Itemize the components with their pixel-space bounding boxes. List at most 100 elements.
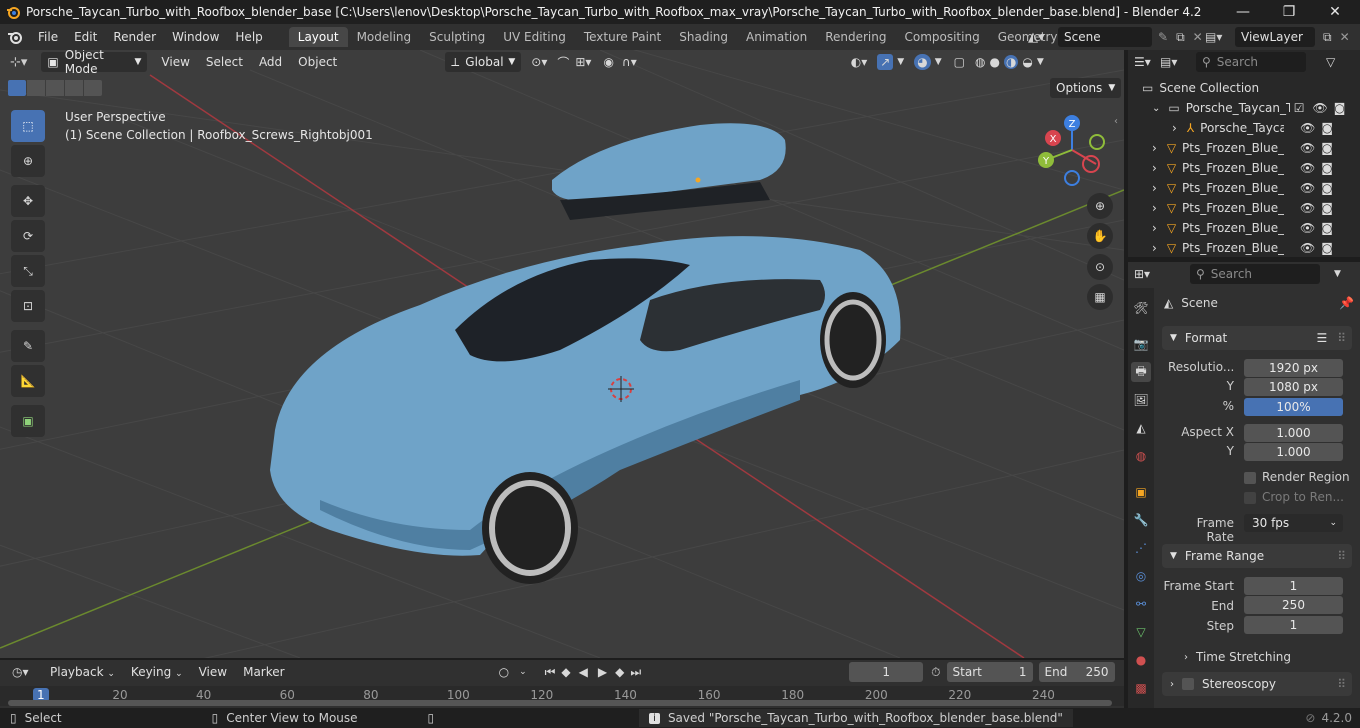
eye-icon[interactable]: 👁 [1313, 101, 1328, 115]
collection-row[interactable]: ⌄ ▭ Porsche_Taycan_Tu ☑ 👁 ◙ [1128, 98, 1360, 118]
expand-right-icon[interactable]: › [1152, 181, 1157, 195]
eye-icon[interactable]: 👁 [1300, 201, 1315, 215]
tab-texture[interactable]: ▩ [1131, 678, 1151, 698]
eye-icon[interactable]: 👁 [1300, 121, 1315, 135]
crop-checkbox[interactable] [1244, 492, 1256, 504]
select-new-icon[interactable] [8, 80, 26, 96]
timeline-ruler[interactable]: 1 20 40 60 80 100 120 140 160 180 200 220 240 [0, 686, 1124, 706]
close-button[interactable]: ✕ [1312, 0, 1358, 24]
menu-keying[interactable]: Keying ⌄ [123, 665, 191, 679]
outliner-object-row[interactable]: › ▽ Pts_Frozen_Blue_B 👁 ◙ [1128, 138, 1360, 158]
menu-view[interactable]: View [153, 55, 197, 69]
frame-range-panel-header[interactable]: ▼ Frame Range ⠿ [1162, 544, 1352, 568]
tab-tool[interactable]: 🛠 [1131, 298, 1151, 318]
outliner-object-row[interactable]: › ▽ Pts_Frozen_Blue_D 👁 ◙ [1128, 198, 1360, 218]
maximize-button[interactable]: ❐ [1266, 0, 1312, 24]
blender-menu-icon[interactable] [0, 28, 30, 46]
properties-editor-icon[interactable]: ⊞▾ [1134, 267, 1168, 281]
solid-shading-icon[interactable]: ● [989, 55, 999, 69]
camera-render-icon[interactable]: ◙ [1321, 241, 1333, 255]
overlay-toggle-icon[interactable]: ◕ [914, 54, 931, 70]
camera-render-icon[interactable]: ◙ [1321, 201, 1333, 215]
tab-texture-paint[interactable]: Texture Paint [575, 27, 670, 47]
stereoscopy-panel-header[interactable]: › Stereoscopy ⠿ [1162, 672, 1352, 696]
jump-start-icon[interactable]: ⏮ [545, 665, 556, 680]
outliner-editor-icon[interactable]: ☰▾ [1134, 55, 1160, 69]
camera-render-icon[interactable]: ◙ [1321, 161, 1333, 175]
pin-icon[interactable]: ✎ [1158, 30, 1168, 44]
timeline-scrollbar[interactable] [8, 700, 1112, 706]
pan-button[interactable]: ✋ [1087, 223, 1113, 249]
prev-keyframe-icon[interactable]: ◆ [561, 665, 570, 679]
editor-type-icon[interactable]: ⊹▾ [10, 55, 27, 70]
presets-icon[interactable]: ☰ [1316, 331, 1327, 345]
tab-material[interactable]: ● [1131, 650, 1151, 670]
car-model[interactable] [270, 123, 901, 584]
eye-icon[interactable]: 👁 [1300, 181, 1315, 195]
eye-icon[interactable]: 👁 [1300, 241, 1315, 255]
expand-right-icon[interactable]: › [1152, 241, 1157, 255]
timeline-editor-icon[interactable]: ◷▾ [12, 665, 42, 679]
options-dropdown[interactable]: Options ▼ [1050, 78, 1122, 98]
gizmo-toggle-icon[interactable]: ↗ [877, 54, 894, 70]
menu-select[interactable]: Select [198, 55, 251, 69]
scene-collection-row[interactable]: ▭ Scene Collection [1128, 78, 1360, 98]
menu-file[interactable]: File [30, 30, 66, 44]
3d-viewport[interactable]: ⊹▾ ▣ Object Mode ▼ View Select Add Objec… [0, 50, 1124, 658]
falloff-icon[interactable]: ∩▾ [622, 55, 637, 69]
transform-tool[interactable]: ⊡ [11, 290, 45, 322]
drag-handle-icon[interactable]: ⠿ [1337, 331, 1346, 345]
gizmo-neg-x-icon[interactable] [1082, 155, 1100, 173]
view-layer-name-field[interactable]: ViewLayer [1235, 27, 1315, 47]
tab-modifiers[interactable]: 🔧 [1131, 510, 1151, 530]
scene-name-field[interactable]: Scene [1058, 27, 1152, 47]
jump-end-icon[interactable]: ⏭ [630, 665, 641, 680]
add-cube-tool[interactable]: ▣ [11, 405, 45, 437]
tab-constraints[interactable]: ⚯ [1131, 594, 1151, 614]
new-scene-icon[interactable]: ⧉ [1176, 30, 1185, 45]
gizmo-neg-z-icon[interactable] [1064, 170, 1080, 186]
rendered-shading-icon[interactable]: ◒ [1022, 55, 1032, 69]
tab-data[interactable]: ▽ [1131, 622, 1151, 642]
end-frame-field[interactable]: End 250 [1038, 662, 1115, 682]
select-invert-icon[interactable] [65, 80, 83, 96]
snap-icon[interactable]: ⌒ [557, 54, 569, 71]
view-layer-selector[interactable]: ▤▾ ViewLayer ⧉ ✕ [1205, 27, 1350, 47]
time-stretching-subpanel[interactable]: › Time Stretching [1184, 650, 1291, 664]
aspect-y-field[interactable]: 1.000 [1244, 443, 1343, 461]
tab-scene[interactable]: ◭ [1131, 418, 1151, 438]
drag-handle-icon[interactable]: ⠿ [1337, 549, 1346, 563]
autokey-icon[interactable]: ○ [499, 665, 509, 679]
chevron-down-icon[interactable]: ▼ [1334, 269, 1341, 279]
wireframe-shading-icon[interactable]: ◍ [975, 55, 985, 69]
tab-animation[interactable]: Animation [737, 27, 816, 47]
snap-target-icon[interactable]: ⊞▾ [575, 55, 591, 69]
camera-render-icon[interactable]: ◙ [1321, 141, 1333, 155]
select-box-tool[interactable]: ⬚ [11, 110, 45, 142]
frame-start-field[interactable]: 1 [1244, 577, 1343, 595]
gizmo-neg-y-icon[interactable] [1089, 134, 1105, 150]
tab-uv-editing[interactable]: UV Editing [494, 27, 575, 47]
proportional-edit-icon[interactable]: ◉ [603, 55, 613, 69]
expand-right-icon[interactable]: › [1152, 141, 1157, 155]
frame-rate-dropdown[interactable]: 30 fps ⌄ [1244, 514, 1343, 532]
new-view-layer-icon[interactable]: ⧉ [1323, 30, 1332, 45]
cursor-tool[interactable]: ⊕ [11, 145, 45, 177]
tab-layout[interactable]: Layout [288, 27, 348, 47]
shading-dropdown-icon[interactable]: ▼ [1037, 57, 1044, 67]
outliner-object-row[interactable]: › ▽ Pts_Frozen_Blue_B 👁 ◙ [1128, 178, 1360, 198]
filter-icon[interactable]: ▽ [1326, 55, 1335, 69]
menu-help[interactable]: Help [227, 30, 270, 44]
tab-physics[interactable]: ◎ [1131, 566, 1151, 586]
current-frame-field[interactable]: 1 [849, 662, 924, 682]
select-subtract-icon[interactable] [46, 80, 64, 96]
tab-shading[interactable]: Shading [670, 27, 737, 47]
frame-step-field[interactable]: 1 [1244, 616, 1343, 634]
camera-render-icon[interactable]: ◙ [1321, 121, 1333, 135]
menu-add[interactable]: Add [251, 55, 290, 69]
resolution-x-field[interactable]: 1920 px [1244, 359, 1343, 377]
menu-edit[interactable]: Edit [66, 30, 105, 44]
eye-icon[interactable]: 👁 [1300, 221, 1315, 235]
outliner-object-row[interactable]: › ▽ Pts_Frozen_Blue_D 👁 ◙ [1128, 238, 1360, 257]
delete-scene-icon[interactable]: ✕ [1193, 30, 1203, 44]
